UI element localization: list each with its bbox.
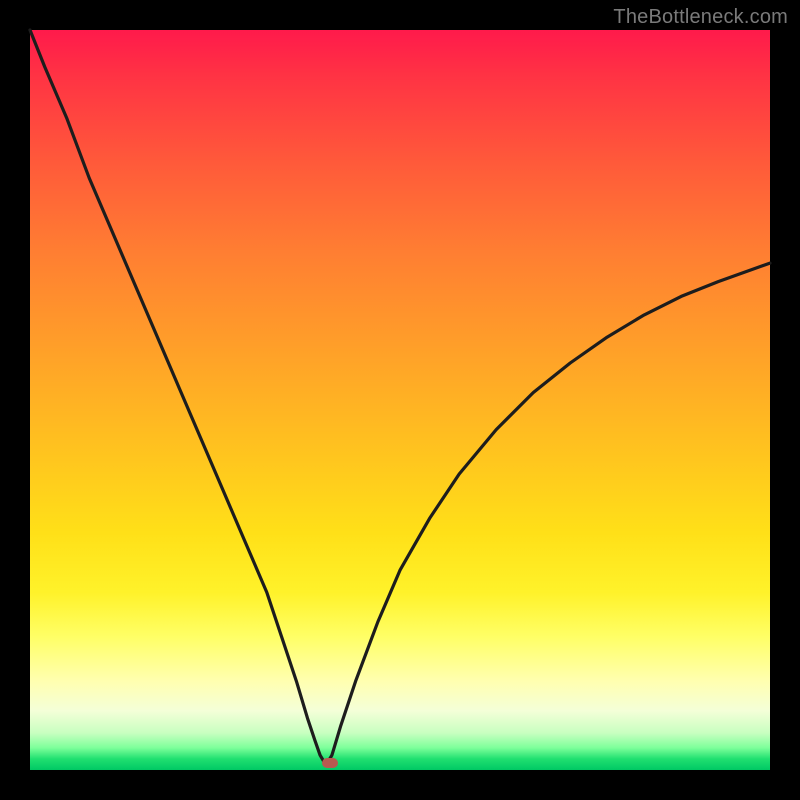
optimum-marker [322,758,338,768]
watermark-text: TheBottleneck.com [613,6,788,29]
curve-svg [30,30,770,770]
bottleneck-curve [30,30,770,763]
plot-area [30,30,770,770]
chart-frame: TheBottleneck.com [0,0,800,800]
